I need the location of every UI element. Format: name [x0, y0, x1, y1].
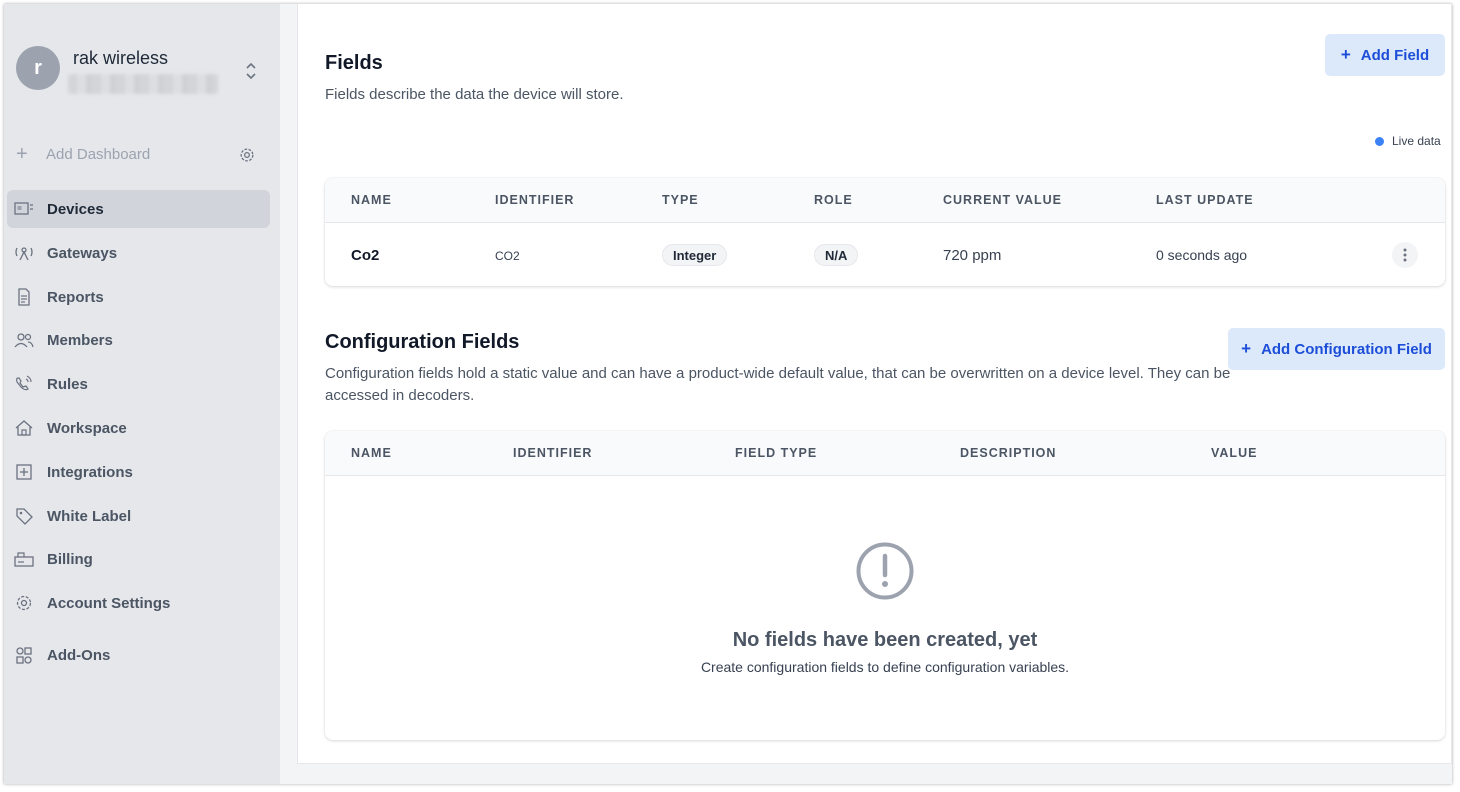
- column-header: ROLE: [814, 193, 853, 207]
- sidebar-item-label: Account Settings: [47, 595, 171, 613]
- fields-table: NAME IDENTIFIER TYPE ROLE CURRENT VALUE …: [325, 178, 1445, 286]
- add-field-button[interactable]: + Add Field: [1325, 34, 1445, 76]
- sidebar-item-label: Integrations: [47, 463, 133, 481]
- sidebar-item-billing[interactable]: Billing: [7, 540, 270, 578]
- sidebar-item-label: Reports: [47, 288, 104, 306]
- gear-icon: [16, 596, 32, 611]
- plus-icon: +: [1340, 45, 1351, 64]
- fields-table-header: NAME IDENTIFIER TYPE ROLE CURRENT VALUE …: [325, 178, 1445, 223]
- sidebar-item-devices[interactable]: Devices: [7, 190, 270, 228]
- field-last-update: 0 seconds ago: [1156, 247, 1248, 263]
- table-row[interactable]: Co2 CO2 Integer N/A 720 ppm 0 seconds ag…: [325, 224, 1445, 286]
- members-icon: [14, 333, 34, 348]
- column-header: NAME: [351, 193, 392, 207]
- live-data-label: Live data: [1392, 134, 1441, 148]
- add-configuration-field-button[interactable]: + Add Configuration Field: [1228, 328, 1445, 370]
- field-identifier: CO2: [495, 249, 520, 263]
- account-email-redacted: redacted: [68, 74, 218, 94]
- add-configuration-field-label: Add Configuration Field: [1261, 340, 1432, 358]
- sidebar-item-members[interactable]: Members: [7, 321, 270, 359]
- empty-state-title: No fields have been created, yet: [732, 629, 1038, 651]
- config-table-header: NAME IDENTIFIER FIELD TYPE DESCRIPTION V…: [325, 431, 1445, 476]
- workspace-icon: [15, 420, 33, 436]
- billing-icon: [14, 552, 34, 568]
- alert-circle-icon: [856, 542, 914, 600]
- app-window: r rak wireless redacted + Add Dashboard: [4, 4, 1452, 784]
- live-data-indicator: Live data: [1375, 134, 1441, 148]
- sidebar-item-label: Members: [47, 332, 113, 350]
- sidebar-item-label: Add-Ons: [47, 647, 111, 665]
- field-name: Co2: [351, 247, 380, 264]
- config-fields-description: Configuration fields hold a static value…: [325, 365, 1231, 404]
- empty-state-description: Create configuration fields to define co…: [700, 659, 1070, 675]
- column-header: DESCRIPTION: [960, 446, 1057, 460]
- column-header: FIELD TYPE: [735, 446, 818, 460]
- plus-icon[interactable]: +: [16, 144, 28, 164]
- gear-icon[interactable]: [238, 146, 256, 164]
- field-role-badge: N/A: [814, 244, 859, 266]
- sidebar-item-rules[interactable]: Rules: [7, 365, 270, 403]
- gateway-icon: [15, 247, 33, 261]
- sidebar-item-integrations[interactable]: Integrations: [7, 453, 270, 491]
- avatar: r: [16, 46, 60, 90]
- config-fields-title: Configuration Fields: [325, 331, 520, 353]
- add-dashboard-button[interactable]: Add Dashboard: [46, 146, 150, 163]
- integrations-icon: [16, 464, 32, 480]
- field-current-value: 720 ppm: [943, 247, 1002, 264]
- fields-title: Fields: [325, 52, 383, 74]
- sidebar-item-reports[interactable]: Reports: [7, 278, 270, 316]
- addons-icon: [16, 647, 32, 664]
- sidebar-item-label: Billing: [47, 551, 93, 569]
- tag-icon: [16, 507, 33, 525]
- column-header: IDENTIFIER: [513, 446, 593, 460]
- config-fields-table: NAME IDENTIFIER FIELD TYPE DESCRIPTION V…: [325, 431, 1445, 740]
- column-header: CURRENT VALUE: [943, 193, 1063, 207]
- sidebar-item-add-ons[interactable]: Add-Ons: [7, 636, 270, 674]
- row-menu-button[interactable]: [1392, 242, 1418, 268]
- sidebar-item-label: Devices: [47, 201, 104, 218]
- column-header: NAME: [351, 446, 392, 460]
- live-dot-icon: [1375, 136, 1384, 146]
- report-icon: [18, 287, 30, 306]
- kebab-icon: [1403, 248, 1407, 262]
- account-name: rak wireless: [73, 48, 169, 68]
- column-header: IDENTIFIER: [495, 193, 575, 207]
- add-field-label: Add Field: [1360, 46, 1430, 64]
- account-switcher[interactable]: r rak wireless redacted: [16, 46, 266, 94]
- sidebar-item-account-settings[interactable]: Account Settings: [7, 584, 270, 622]
- devices-icon: [14, 202, 33, 215]
- chevron-up-down-icon[interactable]: [244, 60, 258, 82]
- sidebar: r rak wireless redacted + Add Dashboard: [4, 4, 280, 784]
- field-type-badge: Integer: [662, 244, 728, 266]
- fields-description: Fields describe the data the device will…: [325, 86, 624, 103]
- add-dashboard-row: + Add Dashboard: [16, 142, 260, 170]
- sidebar-item-label: Rules: [47, 376, 88, 394]
- column-header: LAST UPDATE: [1156, 193, 1254, 207]
- sidebar-item-white-label[interactable]: White Label: [7, 497, 270, 535]
- main-panel: Fields Fields describe the data the devi…: [297, 4, 1452, 764]
- column-header: TYPE: [662, 193, 699, 207]
- sidebar-item-label: Gateways: [47, 244, 118, 262]
- sidebar-item-gateways[interactable]: Gateways: [7, 234, 270, 272]
- sidebar-nav: Devices Gateways Reports Members Rules W…: [7, 190, 270, 680]
- column-header: VALUE: [1211, 446, 1258, 460]
- sidebar-item-workspace[interactable]: Workspace: [7, 409, 270, 447]
- rules-icon: [16, 375, 32, 391]
- sidebar-item-label: Workspace: [47, 419, 127, 437]
- plus-icon: +: [1241, 339, 1252, 358]
- sidebar-item-label: White Label: [47, 507, 132, 525]
